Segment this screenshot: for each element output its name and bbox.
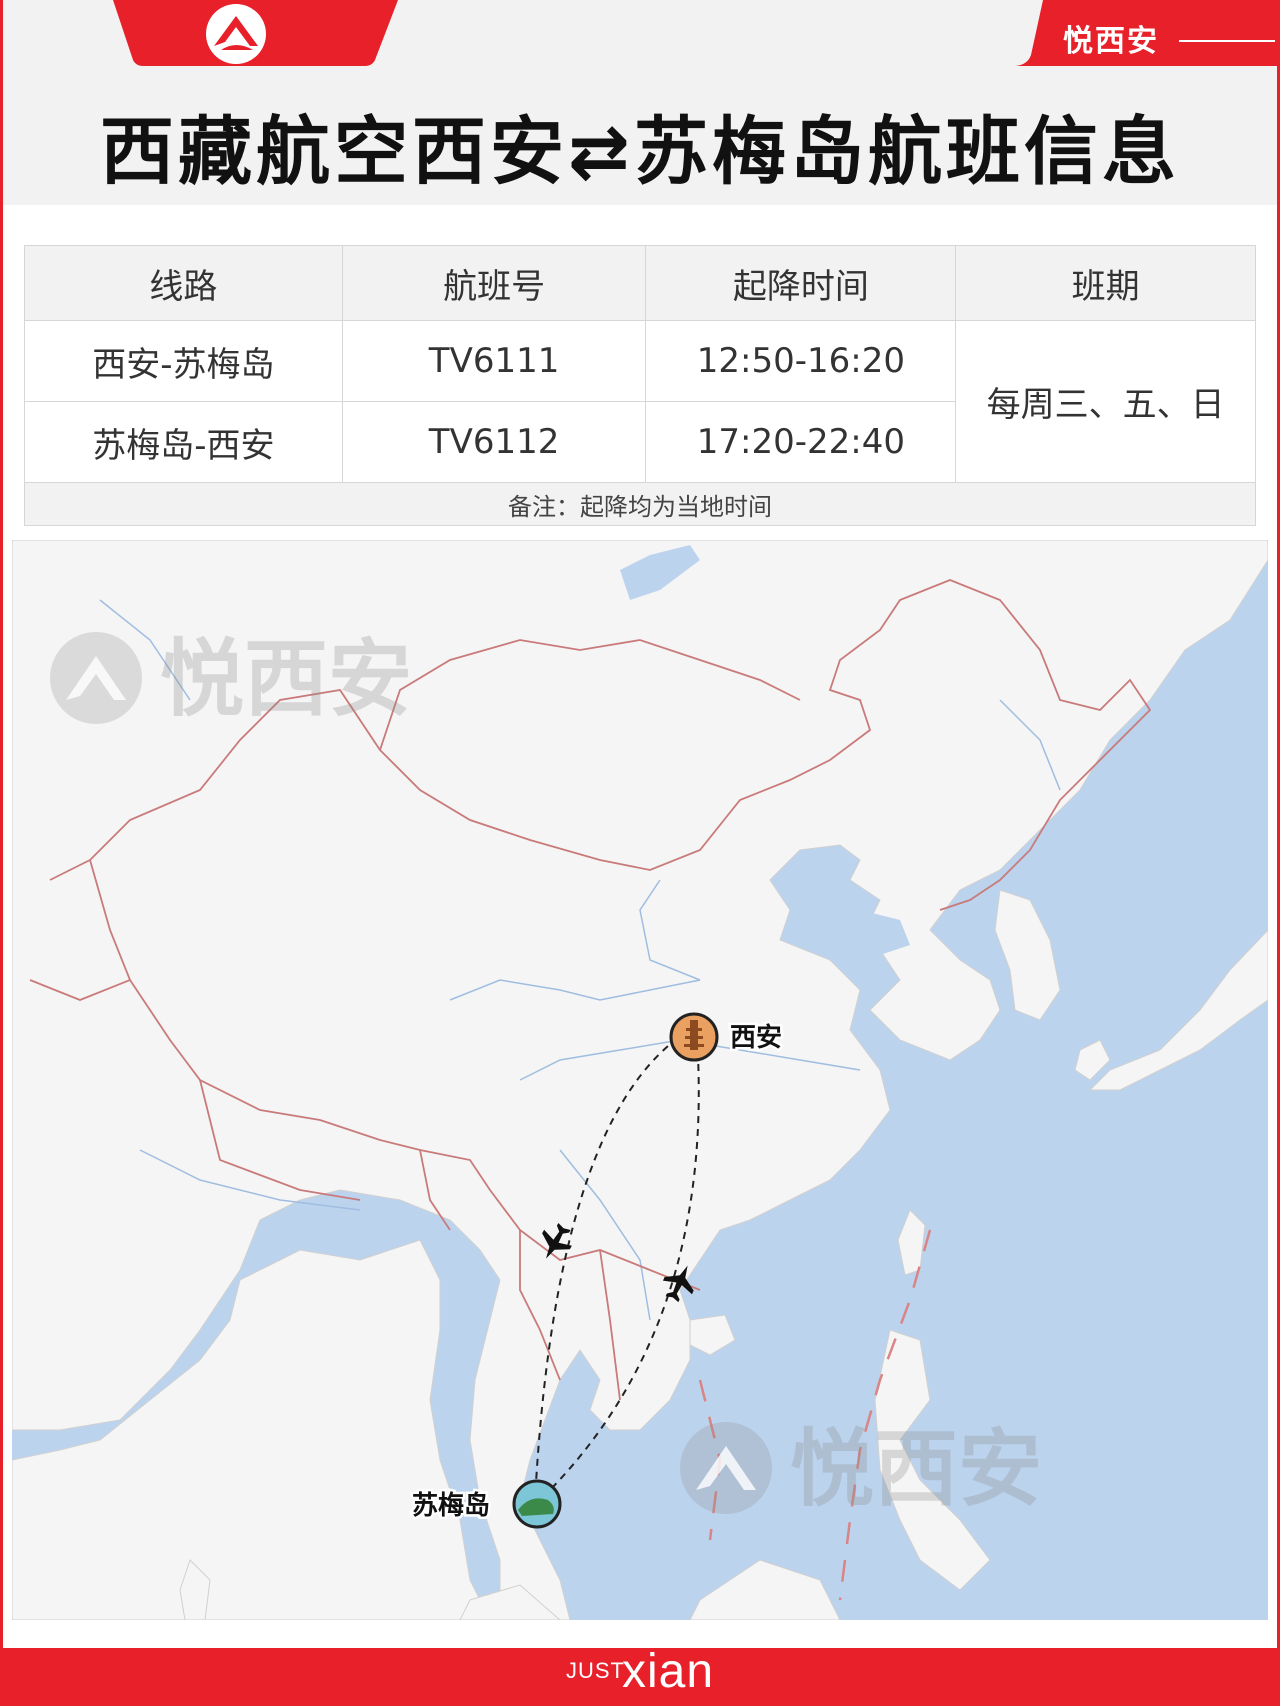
time-cell: 17:20-22:40 — [645, 401, 957, 483]
route-map: 悦西安 悦西安 西安 苏梅岛 — [12, 540, 1268, 1620]
table-row: 西安-苏梅岛 TV6111 12:50-16:20 每周三、五、日 — [24, 320, 1256, 483]
column-header-time: 起降时间 — [645, 245, 957, 321]
origin-label: 西安 — [730, 1023, 782, 1053]
flight-table: 线路 航班号 起降时间 班期 西安-苏梅岛 TV6111 12:50-16:20… — [24, 245, 1256, 526]
table-header-row: 线路 航班号 起降时间 班期 — [24, 245, 1256, 321]
destination-label: 苏梅岛 — [412, 1490, 490, 1521]
footer-xian: xian — [622, 1645, 715, 1698]
page-title: 西藏航空西安⇄苏梅岛航班信息 — [99, 109, 1180, 195]
column-header-schedule: 班期 — [955, 245, 1256, 321]
watermark-text: 悦西安 — [160, 630, 412, 728]
watermark-top: 悦西安 — [50, 630, 412, 728]
footer-just: JUST — [566, 1658, 625, 1683]
flight-number-cell: TV6111 — [341, 320, 647, 402]
route-cell: 苏梅岛-西安 — [24, 401, 343, 483]
left-frame-border — [0, 0, 3, 1706]
brand-divider — [1179, 40, 1275, 42]
route-cell: 西安-苏梅岛 — [24, 320, 343, 402]
table-note: 备注：起降均为当地时间 — [24, 482, 1256, 526]
xian-pin — [669, 1012, 719, 1062]
flight-number-cell: TV6112 — [341, 401, 647, 483]
table-note-row: 备注：起降均为当地时间 — [24, 482, 1256, 526]
column-header-route: 线路 — [24, 245, 343, 321]
schedule-cell: 每周三、五、日 — [955, 320, 1256, 483]
samui-pin — [512, 1479, 562, 1529]
brand-name: 悦西安 — [1063, 24, 1159, 59]
watermark-text: 悦西安 — [790, 1420, 1042, 1518]
logo-tab — [113, 0, 398, 66]
brand-logo-icon — [206, 4, 266, 64]
header: 悦西安 西藏航空西安⇄苏梅岛航班信息 — [3, 0, 1280, 205]
column-header-flight: 航班号 — [341, 245, 647, 321]
time-cell: 12:50-16:20 — [645, 320, 957, 402]
watermark-bottom: 悦西安 — [680, 1420, 1042, 1518]
